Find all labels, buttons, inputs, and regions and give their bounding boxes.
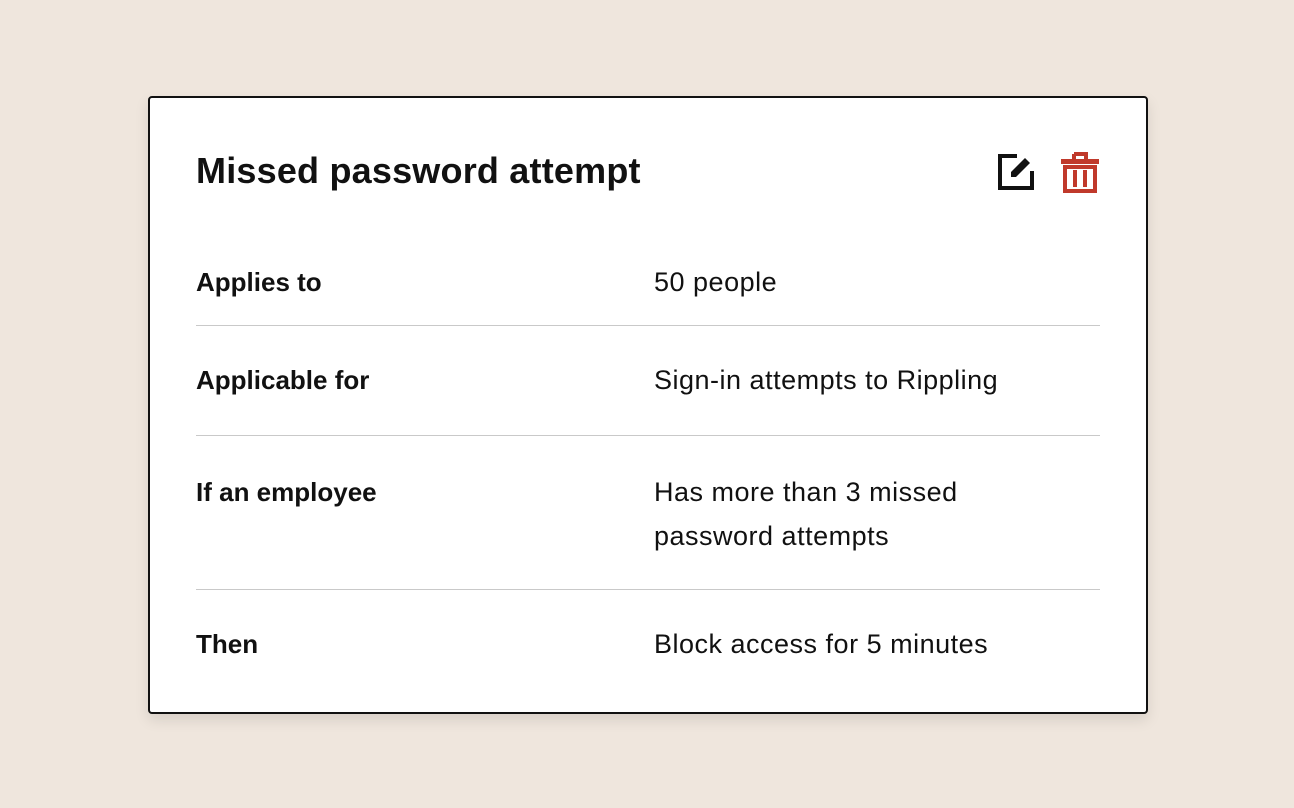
- row-value: Block access for 5 minutes: [654, 629, 989, 659]
- rule-card: Missed password attempt Applies to 50 pe…: [148, 96, 1148, 714]
- row-value: 50 people: [654, 267, 778, 297]
- rule-row-applies-to: Applies to 50 people: [196, 260, 1100, 326]
- card-title: Missed password attempt: [196, 150, 641, 191]
- row-label: Applicable for: [196, 365, 370, 395]
- card-header: Missed password attempt: [196, 98, 1100, 260]
- rule-row-then: Then Block access for 5 minutes: [196, 590, 1100, 666]
- card-actions: [996, 152, 1100, 193]
- delete-button[interactable]: [1060, 152, 1100, 193]
- row-label: Then: [196, 629, 259, 659]
- row-label: Applies to: [196, 267, 322, 297]
- edit-button[interactable]: [996, 152, 1036, 192]
- row-value: Has more than 3 missed password attempts: [654, 477, 958, 551]
- edit-icon: [998, 154, 1034, 190]
- row-label: If an employee: [196, 477, 377, 507]
- rule-row-applicable-for: Applicable for Sign-in attempts to Rippl…: [196, 326, 1100, 436]
- trash-icon: [1061, 152, 1099, 193]
- row-value: Sign-in attempts to Rippling: [654, 365, 999, 395]
- rule-row-if-an-employee: If an employee Has more than 3 missed pa…: [196, 436, 1100, 590]
